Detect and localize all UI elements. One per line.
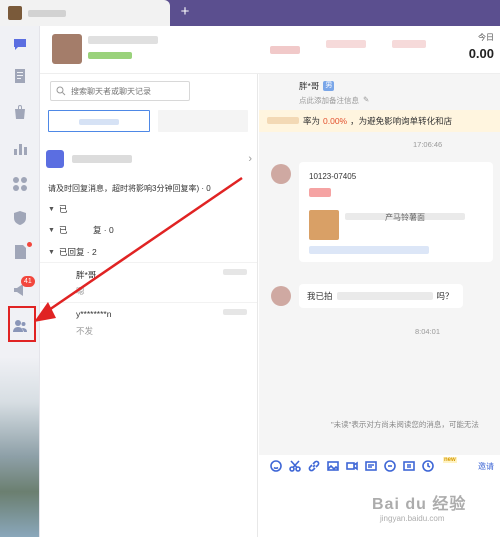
order-card[interactable]: 10123-07405 产马铃薯面 — [299, 162, 493, 262]
reply-rate-value: 0.00% — [323, 116, 348, 126]
message-bubble: 我已拍 吗？ — [299, 284, 463, 308]
document-icon[interactable] — [10, 66, 30, 86]
watermark-url: jingyan.baidu.com — [380, 514, 445, 523]
search-icon — [56, 86, 66, 96]
scissors-icon[interactable] — [288, 460, 301, 473]
order-link-blurred[interactable] — [309, 246, 429, 254]
filter-selected[interactable] — [48, 110, 150, 132]
contacts-highlight-box — [8, 306, 36, 342]
invite-button[interactable]: 邀请 — [478, 461, 494, 472]
grid-icon[interactable] — [10, 174, 30, 194]
caret-down-icon: ▼ — [48, 248, 55, 256]
add-tab-button[interactable]: + — [176, 3, 194, 21]
link-icon[interactable] — [307, 460, 320, 473]
edit-icon: ✎ — [363, 95, 370, 104]
message-toolbar: 邀请 — [259, 455, 500, 477]
header-stats-blurred — [270, 34, 430, 64]
filter-secondary[interactable] — [158, 110, 248, 132]
list-item[interactable]: y********n 不发 — [40, 302, 257, 342]
timestamp: 8:04:01 — [415, 327, 441, 336]
product-thumbnail — [309, 210, 339, 240]
list-item[interactable]: 胖*哥 嗯 — [40, 262, 257, 302]
image-icon[interactable] — [326, 460, 339, 473]
conversation-preview: 嗯 — [76, 286, 85, 296]
shop-avatar — [8, 6, 22, 20]
chat-icon[interactable] — [10, 34, 30, 54]
timestamp: 17:06:46 — [413, 140, 443, 149]
customer-avatar-small — [271, 286, 291, 306]
caret-down-icon: ▼ — [48, 205, 55, 213]
new-badge: new — [443, 457, 457, 463]
product-title: 产马铃薯面 — [385, 213, 425, 222]
conversation-time-blurred — [223, 269, 247, 275]
customer-avatar-small — [271, 164, 291, 184]
reply-rate-alert: 率为 0.00% ，为避免影响询单转化和店 — [259, 110, 500, 132]
chevron-right-icon: › — [248, 153, 252, 165]
card-icon[interactable] — [364, 460, 377, 473]
today-stat: 今日 0.00 — [469, 32, 494, 61]
order-id: 10123-07405 — [309, 172, 357, 181]
coupon-icon[interactable] — [402, 460, 415, 473]
reply-warning: 请及时回复消息，超时将影响3分钟回复率) · 0 — [48, 184, 211, 193]
search-box[interactable] — [50, 81, 190, 101]
shield-icon[interactable] — [10, 208, 30, 228]
calendar-icon — [46, 150, 64, 168]
system-notice-row[interactable]: › — [46, 148, 252, 170]
left-icon-rail: 41 — [0, 26, 40, 537]
rail-background-photo — [0, 357, 39, 537]
bag-icon[interactable] — [10, 102, 30, 122]
order-status-tag — [309, 188, 331, 197]
group-header-replied[interactable]: ▼ 已回复 · 2 — [48, 246, 97, 258]
gender-tag: 男 — [323, 81, 335, 91]
conversation-name: y********n — [76, 309, 112, 319]
customer-name-row: 胖*哥 男 — [299, 80, 335, 92]
add-note-link[interactable]: 点此添加备注信息 ✎ — [299, 95, 369, 106]
unread-hint: "未读"表示对方尚未阅读您的消息，可能无法 — [331, 420, 479, 429]
conversation-name: 胖*哥 — [76, 270, 97, 280]
emoji-icon[interactable] — [269, 460, 282, 473]
clock-icon[interactable] — [421, 460, 434, 473]
group-header-2[interactable]: ▼ 已 复 · 0 — [48, 224, 114, 236]
video-icon[interactable] — [345, 460, 358, 473]
conversation-preview: 不发 — [76, 326, 94, 336]
group-header-1[interactable]: ▼ 已 — [48, 203, 67, 215]
store-icon[interactable] — [383, 460, 396, 473]
search-input[interactable] — [71, 86, 181, 96]
caret-down-icon: ▼ — [48, 226, 55, 234]
baidu-watermark: Bai du 经验 — [372, 496, 467, 513]
unread-badge: 41 — [21, 276, 35, 287]
today-value: 0.00 — [468, 46, 494, 61]
tab-name-blurred — [28, 9, 66, 17]
app-window: + 41 今日 0.00 搜索聊天者或聊天记录 › 请及时回复消息，超时将影响3… — [0, 0, 500, 537]
notification-dot — [27, 242, 32, 247]
tab-current-shop[interactable] — [0, 0, 170, 26]
customer-name: 胖*哥 — [299, 81, 320, 91]
conversation-time-blurred — [223, 309, 247, 315]
tab-bar: + — [0, 0, 500, 26]
bar-chart-icon[interactable] — [10, 138, 30, 158]
list-content: › 请及时回复消息，超时将影响3分钟回复率) · 0 ▼ 已 ▼ 已 复 · 0… — [40, 26, 258, 537]
today-label: 今日 — [478, 33, 494, 42]
